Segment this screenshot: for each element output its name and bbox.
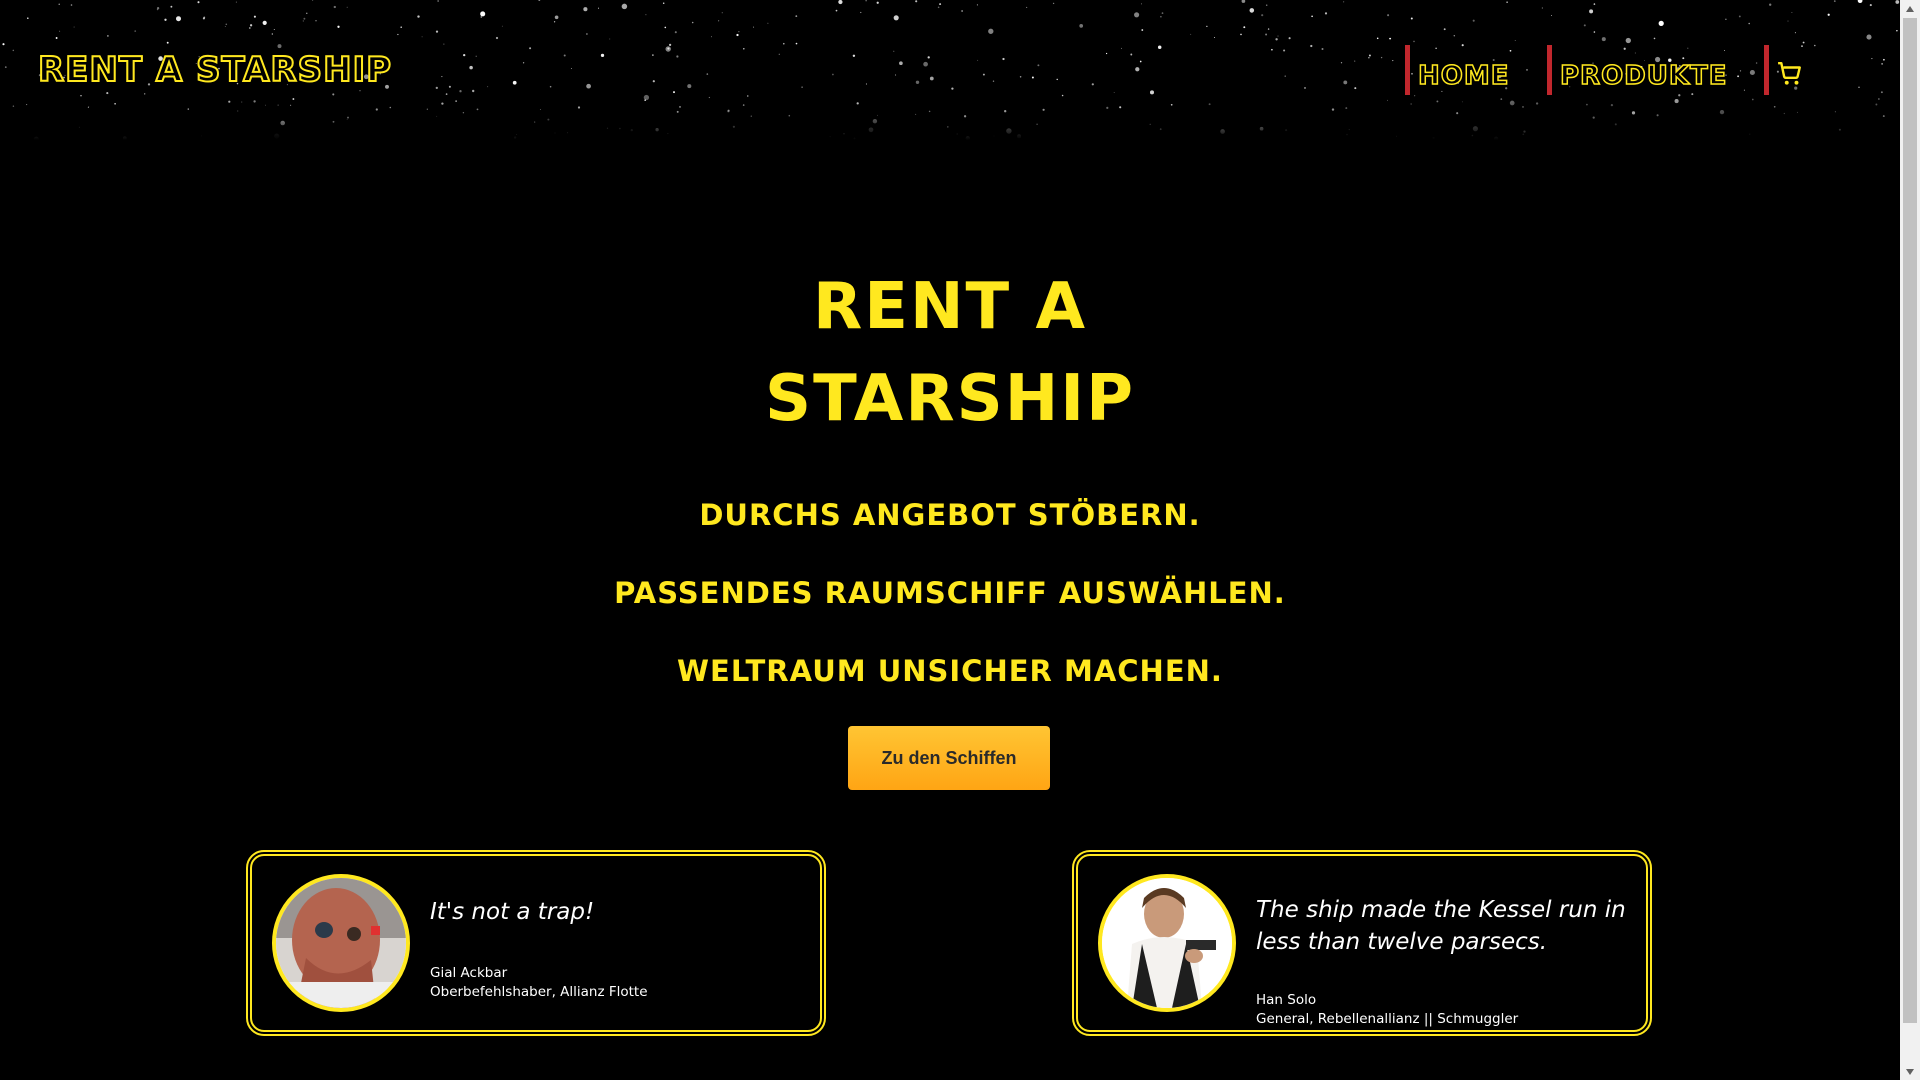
avatar-han-solo — [1098, 874, 1236, 1012]
testimonial-quote: The ship made the Kessel run in less tha… — [1256, 897, 1626, 955]
scroll-thumb[interactable] — [1903, 18, 1917, 1023]
author-name: Han Solo — [1256, 992, 1317, 1008]
ackbar-portrait-icon — [276, 878, 406, 1008]
main-nav: Home Produkte — [0, 45, 1900, 95]
author-role: Oberbefehlshaber, Allianz Flotte — [430, 984, 648, 1000]
cart-icon — [1778, 61, 1801, 85]
to-ships-button[interactable]: Zu den Schiffen — [848, 726, 1050, 790]
nav-cart[interactable] — [1764, 45, 1814, 95]
author-name: Gial Ackbar — [430, 965, 508, 981]
tagline-browse: Durchs Angebot stöbern. — [699, 498, 1201, 532]
hero-title-line-2: Starship — [765, 362, 1135, 436]
nav-home-label: Home — [1417, 60, 1510, 92]
scroll-up-icon[interactable] — [1900, 0, 1920, 17]
testimonial-author: Han Solo General, Rebellenallianz || Sch… — [1256, 991, 1518, 1029]
tagline-explore: Weltraum unsicher machen. — [677, 654, 1223, 688]
nav-produkte-label: Produkte — [1559, 60, 1728, 92]
testimonial-card: It's not a trap! Gial Ackbar Oberbefehls… — [246, 850, 826, 1036]
tagline-choose: Passendes Raumschiff auswählen. — [614, 576, 1286, 610]
avatar-ackbar — [272, 874, 410, 1012]
header: Rent a Starship Home Produkte — [0, 0, 1900, 140]
testimonial-card: The ship made the Kessel run in less tha… — [1072, 850, 1652, 1036]
testimonial-quote: It's not a trap! — [430, 899, 595, 925]
han-solo-portrait-icon — [1102, 878, 1232, 1008]
author-role: General, Rebellenallianz || Schmuggler — [1256, 1011, 1519, 1027]
testimonial-author: Gial Ackbar Oberbefehlshaber, Allianz Fl… — [430, 964, 648, 1002]
nav-home[interactable]: Home — [1405, 45, 1525, 95]
page-scrollbar[interactable] — [1900, 0, 1920, 1080]
hero-title-line-1: Rent a — [812, 270, 1088, 344]
nav-produkte[interactable]: Produkte — [1547, 45, 1737, 95]
scroll-down-icon[interactable] — [1900, 1063, 1920, 1080]
